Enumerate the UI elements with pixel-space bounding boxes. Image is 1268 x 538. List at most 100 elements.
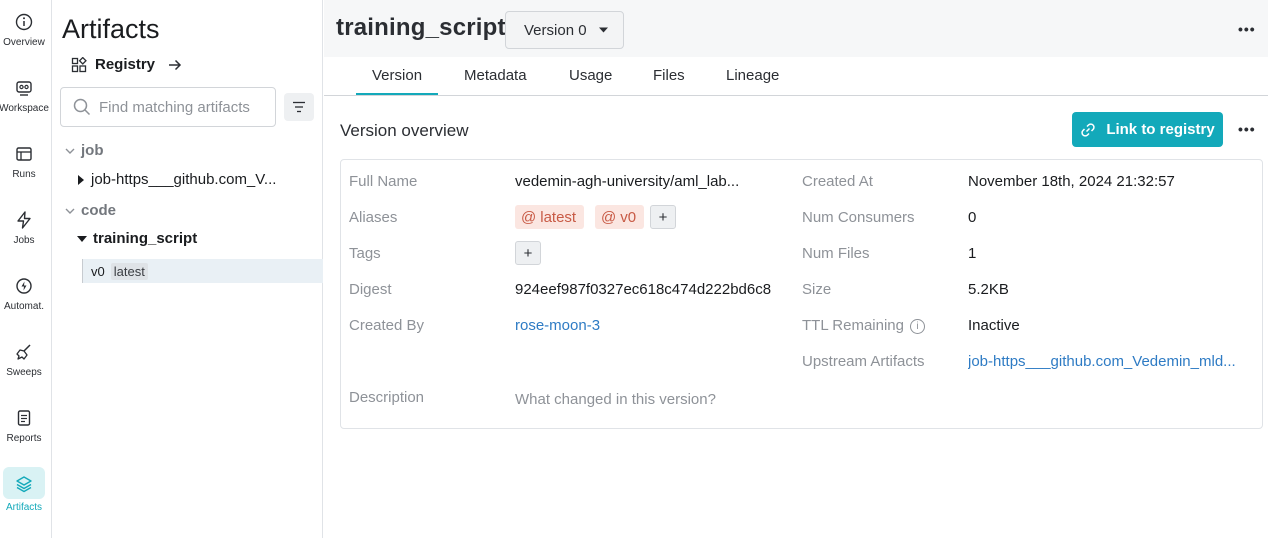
workspace-icon: [16, 81, 32, 96]
tree-title: Artifacts: [62, 14, 160, 44]
tab-bar: Version Metadata Usage Files Lineage: [324, 57, 1268, 96]
chevron-down-icon: [65, 208, 75, 214]
created-by-link[interactable]: rose-moon-3: [515, 317, 600, 334]
nav-label-runs: Runs: [12, 169, 36, 180]
app-root: Overview Workspace Runs Jobs Automat. Sw…: [0, 0, 1268, 538]
at-icon: @: [521, 208, 537, 226]
nav-label-sweeps: Sweeps: [6, 367, 42, 378]
nav-label-workspace: Workspace: [0, 103, 49, 114]
chevron-down-icon: [65, 148, 75, 154]
nav-item-runs[interactable]: Runs: [2, 140, 46, 186]
add-tag-button[interactable]: +: [515, 241, 541, 265]
alias-label: v0: [620, 208, 637, 226]
version-overview-card: Full Name vedemin-agh-university/aml_lab…: [340, 159, 1263, 429]
broom-icon: [16, 344, 31, 360]
info-icon: [15, 13, 33, 31]
link-button-label: Link to registry: [1106, 121, 1215, 138]
more-options-icon[interactable]: •••: [1238, 21, 1256, 37]
arrow-right-icon: [169, 59, 182, 70]
tree-group-label: code: [81, 202, 117, 219]
tree-version-row[interactable]: v0 latest: [82, 259, 323, 283]
version-select[interactable]: Version 0: [505, 11, 624, 49]
ttl-label: TTL Remaining: [802, 317, 904, 334]
created-at-value: November 18th, 2024 21:32:57: [968, 173, 1175, 190]
nav-item-workspace[interactable]: Workspace: [0, 74, 49, 120]
nav-label-overview: Overview: [3, 37, 45, 48]
description-field[interactable]: What changed in this version?: [515, 391, 716, 408]
caret-down-icon: [598, 27, 608, 33]
full-name-value: vedemin-agh-university/aml_lab...: [515, 173, 740, 190]
alias-label: latest: [540, 208, 577, 226]
add-alias-button[interactable]: +: [650, 205, 676, 229]
filter-button[interactable]: [284, 93, 314, 121]
tab-lineage[interactable]: Lineage: [726, 67, 779, 84]
size-value: 5.2KB: [968, 281, 1009, 298]
ttl-value: Inactive: [968, 317, 1020, 334]
aliases-label: Aliases: [349, 209, 398, 226]
tab-metadata[interactable]: Metadata: [464, 67, 527, 84]
automation-icon: [16, 278, 32, 294]
artifact-search: [60, 87, 276, 127]
tree-group-code[interactable]: code: [64, 202, 116, 219]
section-title: Version overview: [340, 121, 469, 140]
nav-item-overview[interactable]: Overview: [2, 8, 46, 54]
report-icon: [17, 410, 31, 426]
version-select-value: Version 0: [524, 21, 587, 39]
layers-icon: [16, 476, 32, 493]
registry-icon: [71, 56, 87, 72]
upstream-label: Upstream Artifacts: [802, 353, 925, 370]
created-by-label: Created By: [349, 317, 425, 334]
tab-version[interactable]: Version: [372, 67, 422, 84]
filter-icon: [293, 101, 305, 113]
registry-label: Registry: [95, 56, 156, 73]
tree-group-job[interactable]: job: [64, 142, 104, 159]
digest-value: 924eef987f0327ec618c474d222bd6c8: [515, 281, 772, 298]
main-content: training_script Version 0 ••• Version Me…: [324, 0, 1268, 538]
link-to-registry-button[interactable]: Link to registry: [1072, 112, 1223, 147]
num-files-value: 1: [968, 245, 977, 262]
upstream-artifact-link[interactable]: job-https___github.com_Vedemin_mld...: [968, 353, 1252, 370]
caret-down-icon: [77, 235, 87, 242]
active-tab-indicator: [356, 93, 438, 95]
tree-item-label: job-https___github.com_V...: [91, 171, 277, 188]
nav-label-reports: Reports: [6, 433, 42, 444]
registry-link[interactable]: Registry: [71, 56, 183, 73]
created-at-label: Created At: [802, 173, 873, 190]
link-icon: [1081, 122, 1095, 137]
info-icon[interactable]: i: [909, 318, 925, 334]
tags-label: Tags: [349, 245, 381, 262]
artifact-tree-panel: Artifacts Registry job job-https___githu…: [53, 0, 323, 538]
ttl-label-wrap: TTL Remaining i: [802, 317, 925, 334]
alias-latest[interactable]: @ latest: [515, 205, 585, 229]
nav-item-reports[interactable]: Reports: [2, 404, 46, 450]
nav-label-automations: Automat.: [3, 301, 45, 312]
nav-item-jobs[interactable]: Jobs: [2, 206, 46, 252]
tree-item-job[interactable]: job-https___github.com_V...: [77, 171, 276, 188]
nav-item-sweeps[interactable]: Sweeps: [2, 338, 46, 384]
nav-label-jobs: Jobs: [13, 235, 35, 246]
tab-usage[interactable]: Usage: [569, 67, 612, 84]
num-files-label: Num Files: [802, 245, 870, 262]
search-input[interactable]: [99, 98, 269, 116]
lightning-icon: [17, 211, 31, 229]
nav-item-artifacts[interactable]: Artifacts: [2, 467, 46, 513]
digest-label: Digest: [349, 281, 392, 298]
nav-label-artifacts: Artifacts: [5, 502, 43, 513]
full-name-label: Full Name: [349, 173, 418, 190]
runs-icon: [16, 147, 32, 161]
num-consumers-label: Num Consumers: [802, 209, 915, 226]
tree-item-label: training_script: [93, 230, 198, 247]
alias-tag: latest: [110, 262, 148, 280]
page-title: training_script: [336, 14, 506, 41]
tree-item-training-script[interactable]: training_script: [77, 230, 197, 247]
version-label: v0: [91, 263, 105, 279]
nav-item-automations[interactable]: Automat.: [2, 272, 46, 318]
search-icon: [73, 98, 91, 116]
tree-group-label: job: [81, 142, 104, 159]
tab-files[interactable]: Files: [653, 67, 685, 84]
section-more-icon[interactable]: •••: [1238, 121, 1256, 137]
caret-right-icon: [78, 174, 84, 185]
alias-v0[interactable]: @ v0: [595, 205, 645, 229]
num-consumers-value: 0: [968, 209, 977, 226]
nav-rail: Overview Workspace Runs Jobs Automat. Sw…: [0, 0, 52, 538]
